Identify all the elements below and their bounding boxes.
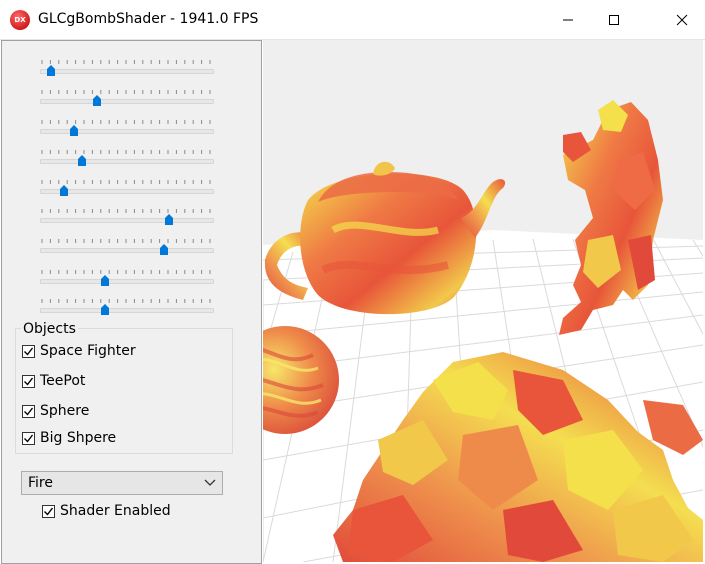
chevron-down-icon — [204, 479, 216, 486]
maximize-icon — [609, 15, 619, 25]
slider-ticks — [41, 60, 211, 64]
shader-select[interactable]: Fire — [21, 471, 223, 495]
slider-3[interactable] — [38, 120, 214, 140]
checkbox-label: Space Fighter — [40, 343, 136, 359]
minimize-icon — [563, 19, 573, 21]
slider-4[interactable] — [38, 150, 214, 170]
slider-thumb[interactable] — [93, 95, 102, 106]
minimize-button[interactable] — [545, 0, 591, 40]
slider-ticks — [41, 299, 211, 303]
slider-thumb[interactable] — [59, 185, 68, 196]
sphere-checkbox[interactable]: Sphere — [22, 402, 89, 420]
slider-thumb[interactable] — [159, 244, 168, 255]
slider-track[interactable] — [40, 308, 214, 313]
close-button[interactable] — [659, 0, 705, 40]
check-icon — [24, 347, 34, 356]
scene-render — [263, 100, 703, 562]
slider-ticks — [41, 90, 211, 94]
control-panel: Objects Space Fighter TeePot Sphere Big … — [1, 40, 262, 564]
objects-group-title: Objects — [21, 321, 78, 337]
checkbox-label: Big Shpere — [40, 430, 117, 446]
check-icon — [24, 377, 34, 386]
slider-5[interactable] — [38, 180, 214, 200]
check-icon — [24, 434, 34, 443]
teepot-checkbox[interactable]: TeePot — [22, 372, 85, 390]
slider-track[interactable] — [40, 99, 214, 104]
slider-track[interactable] — [40, 159, 214, 164]
slider-6[interactable] — [38, 209, 214, 229]
slider-ticks — [41, 239, 211, 243]
close-icon — [676, 14, 688, 26]
slider-track[interactable] — [40, 69, 214, 74]
window-title: GLCgBombShader - 1941.0 FPS — [38, 11, 259, 27]
shader-enabled-checkbox[interactable]: Shader Enabled — [42, 502, 171, 520]
checkbox-label: Sphere — [40, 403, 90, 419]
big-sphere-checkbox[interactable]: Big Shpere — [22, 429, 116, 447]
shader-select-value: Fire — [28, 475, 53, 491]
checkbox-box[interactable] — [22, 431, 35, 445]
slider-9[interactable] — [38, 299, 214, 319]
slider-7[interactable] — [38, 239, 214, 259]
checkbox-box[interactable] — [22, 344, 35, 358]
maximize-button[interactable] — [591, 0, 637, 40]
checkbox-box[interactable] — [22, 374, 35, 388]
check-icon — [24, 407, 34, 416]
slider-track[interactable] — [40, 248, 214, 253]
space-fighter-checkbox[interactable]: Space Fighter — [22, 342, 136, 360]
render-viewport[interactable] — [263, 40, 703, 562]
slider-track[interactable] — [40, 218, 214, 223]
slider-8[interactable] — [38, 270, 214, 290]
slider-ticks — [41, 270, 211, 274]
checkbox-box[interactable] — [22, 404, 35, 418]
checkbox-box[interactable] — [42, 504, 55, 518]
slider-thumb[interactable] — [101, 275, 110, 286]
slider-track[interactable] — [40, 279, 214, 284]
slider-thumb[interactable] — [46, 65, 55, 76]
checkbox-label: Shader Enabled — [60, 503, 171, 519]
slider-track[interactable] — [40, 129, 214, 134]
app-icon: DX — [10, 10, 30, 30]
slider-thumb[interactable] — [69, 125, 78, 136]
slider-1[interactable] — [38, 60, 214, 80]
title-bar[interactable]: DX GLCgBombShader - 1941.0 FPS — [0, 0, 705, 40]
slider-2[interactable] — [38, 90, 214, 110]
slider-thumb[interactable] — [101, 304, 110, 315]
check-icon — [44, 507, 54, 516]
slider-ticks — [41, 120, 211, 124]
checkbox-label: TeePot — [40, 373, 86, 389]
slider-thumb[interactable] — [164, 214, 173, 225]
slider-ticks — [41, 150, 211, 154]
slider-thumb[interactable] — [78, 155, 87, 166]
slider-ticks — [41, 209, 211, 213]
